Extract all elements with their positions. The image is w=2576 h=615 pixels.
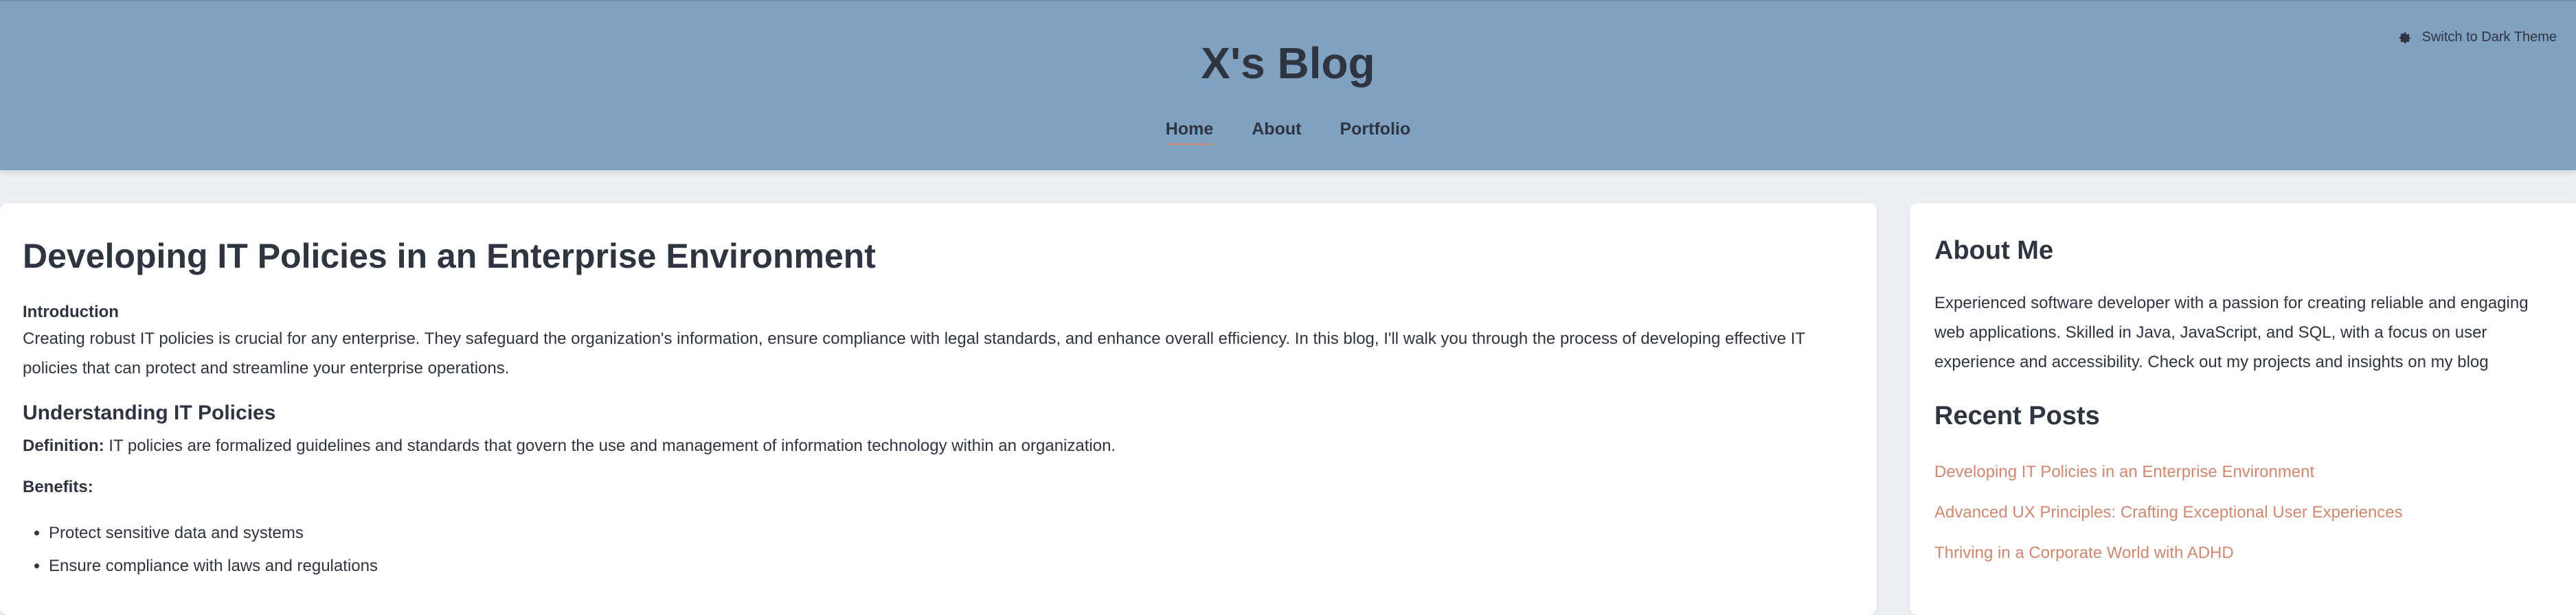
sidebar: About Me Experienced software developer …: [1910, 203, 2576, 615]
nav-about-link[interactable]: About: [1252, 119, 1301, 145]
theme-toggle-button[interactable]: Switch to Dark Theme: [2393, 29, 2561, 46]
intro-label: Introduction: [23, 303, 119, 321]
article-card: Developing IT Policies in an Enterprise …: [0, 203, 1877, 615]
site-header: X's Blog Home About Portfolio Switch to …: [0, 0, 2576, 170]
nav-home-link[interactable]: Home: [1165, 119, 1214, 145]
definition-label: Definition:: [23, 437, 104, 455]
section-heading: Understanding IT Policies: [23, 402, 276, 424]
recent-post-link[interactable]: Developing IT Policies in an Enterprise …: [1934, 463, 2314, 481]
recent-post-link[interactable]: Advanced UX Principles: Crafting Excepti…: [1934, 503, 2403, 522]
site-title: X's Blog: [1201, 38, 1375, 88]
list-item: Thriving in a Corporate World with ADHD: [1934, 542, 2551, 567]
recent-post-link[interactable]: Thriving in a Corporate World with ADHD: [1934, 544, 2234, 562]
article-title: Developing IT Policies in an Enterprise …: [23, 237, 876, 275]
definition-text: IT policies are formalized guidelines an…: [104, 437, 1116, 455]
theme-toggle-label: Switch to Dark Theme: [2421, 30, 2557, 45]
gear-icon: [2399, 32, 2410, 43]
recent-posts-heading: Recent Posts: [1934, 402, 2100, 430]
list-item: Ensure compliance with laws and regulati…: [49, 553, 1854, 580]
list-item: Protect sensitive data and systems: [49, 520, 1854, 547]
about-text: Experienced software developer with a pa…: [1934, 294, 2529, 371]
benefits-label: Benefits:: [23, 478, 93, 496]
about-heading: About Me: [1934, 236, 2054, 265]
intro-text: Creating robust IT policies is crucial f…: [23, 329, 1805, 378]
list-item: Advanced UX Principles: Crafting Excepti…: [1934, 501, 2551, 526]
nav-portfolio-link[interactable]: Portfolio: [1340, 119, 1410, 145]
definition-paragraph: Definition: IT policies are formalized g…: [23, 431, 1854, 461]
recent-posts-list: Developing IT Policies in an Enterprise …: [1934, 461, 2551, 567]
list-item: Developing IT Policies in an Enterprise …: [1934, 461, 2551, 486]
benefits-list: Protect sensitive data and systems Ensur…: [23, 520, 1854, 580]
main-nav: Home About Portfolio: [0, 119, 2576, 145]
